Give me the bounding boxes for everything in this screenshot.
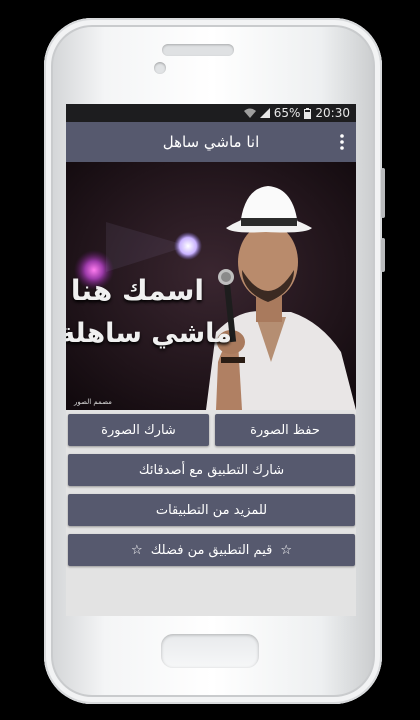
battery-percent: 65% [273, 106, 301, 120]
banner-text-name: اسمك هنا [70, 274, 204, 307]
watermark: مصمم الصور [74, 398, 112, 406]
app-title: انا ماشي ساهل [162, 133, 260, 151]
app-screen: 65% 20:30 انا ماشي ساهل اسمك هنا ماشي سا… [66, 104, 356, 616]
home-button[interactable] [161, 634, 259, 668]
star-icon: ☆ [131, 542, 143, 558]
clock: 20:30 [315, 106, 350, 120]
save-image-button[interactable]: حفظ الصورة [215, 414, 355, 446]
banner-image: اسمك هنا ماشي ساهلة مصمم الصور [66, 162, 356, 410]
share-app-button[interactable]: شارك التطبيق مع أصدقائك [68, 454, 355, 486]
signal-icon [259, 108, 270, 118]
earpiece-speaker [162, 44, 234, 56]
share-app-label: شارك التطبيق مع أصدقائك [138, 462, 285, 478]
status-bar: 65% 20:30 [66, 104, 356, 122]
rate-app-button[interactable]: ☆ قيم التطبيق من فضلك ☆ [68, 534, 355, 566]
app-toolbar: انا ماشي ساهل [66, 122, 356, 162]
front-camera [154, 62, 166, 74]
battery-icon [304, 107, 312, 119]
share-image-button[interactable]: شارك الصورة [68, 414, 209, 446]
share-image-label: شارك الصورة [101, 422, 176, 438]
star-icon: ☆ [280, 542, 292, 558]
save-image-label: حفظ الصورة [250, 422, 320, 438]
more-apps-label: للمزيد من التطبيقات [155, 502, 268, 518]
power-button [381, 238, 385, 272]
more-apps-button[interactable]: للمزيد من التطبيقات [68, 494, 355, 526]
overflow-menu-icon[interactable] [336, 132, 348, 152]
rate-app-label: قيم التطبيق من فضلك [150, 542, 273, 558]
volume-button [381, 168, 385, 218]
banner-text-slogan: ماشي ساهلة [66, 318, 232, 349]
wifi-icon [243, 108, 256, 118]
